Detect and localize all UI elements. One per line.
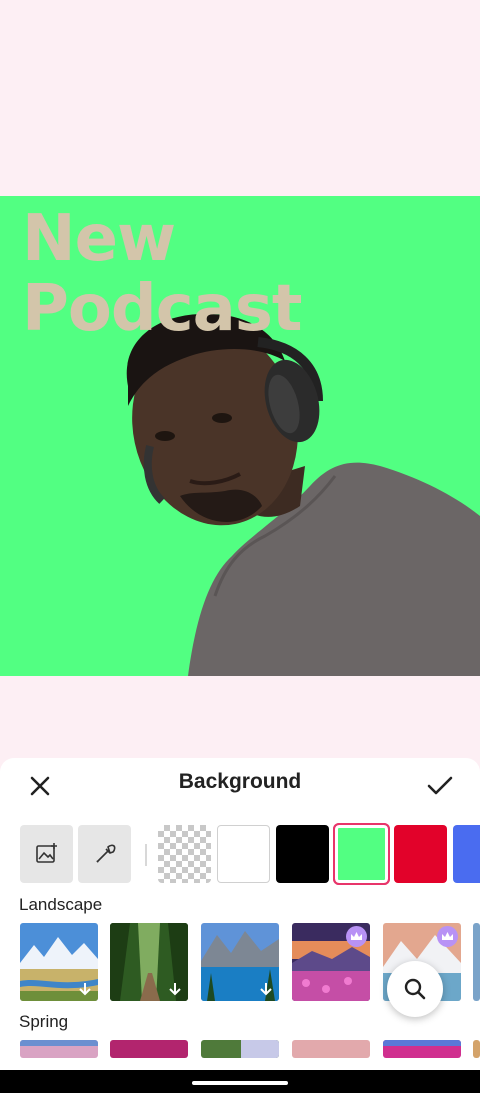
spring-thumb-image [473, 1040, 480, 1058]
section-label-spring: Spring [19, 1012, 69, 1031]
checkmark-icon [427, 776, 453, 795]
premium-crown-badge [346, 926, 367, 947]
spring-thumb-1[interactable] [20, 1040, 98, 1058]
poster-title: New Podcast [22, 204, 302, 344]
swatch-black[interactable] [276, 825, 329, 883]
crown-icon [351, 932, 362, 940]
landscape-thumb-image [473, 923, 480, 1001]
spring-thumb-image [20, 1040, 98, 1058]
spring-thumb-5[interactable] [383, 1040, 461, 1058]
spring-thumb-4[interactable] [292, 1040, 370, 1058]
image-add-icon [35, 843, 57, 863]
panel-header: Background [0, 758, 480, 810]
search-button[interactable] [387, 961, 443, 1017]
download-icon [260, 983, 272, 996]
landscape-thumb-2[interactable] [110, 923, 188, 1001]
spring-thumb-image [201, 1040, 279, 1058]
swatch-green-selected[interactable] [333, 823, 390, 885]
eyedropper-icon [95, 844, 115, 863]
landscape-thumb-3[interactable] [201, 923, 279, 1001]
home-indicator[interactable] [192, 1081, 288, 1085]
spring-thumb-image [383, 1040, 461, 1058]
landscape-thumb-6-partial[interactable] [473, 923, 480, 1001]
confirm-button[interactable] [424, 770, 456, 802]
swatch-blue[interactable] [453, 825, 480, 883]
landscape-thumb-4[interactable] [292, 923, 370, 1001]
add-image-button[interactable] [20, 825, 73, 883]
tools-divider [145, 844, 147, 866]
spring-thumb-image [292, 1040, 370, 1058]
swatch-white[interactable] [217, 825, 270, 883]
background-panel: Background Landscape Spring [0, 758, 480, 1070]
panel-title: Background [178, 770, 302, 793]
spring-thumb-2[interactable] [110, 1040, 188, 1058]
swatch-red[interactable] [394, 825, 447, 883]
landscape-thumb-1[interactable] [20, 923, 98, 1001]
download-icon [79, 983, 91, 996]
spring-thumb-6-partial[interactable] [473, 1040, 480, 1058]
spring-thumb-3[interactable] [201, 1040, 279, 1058]
swatch-transparent[interactable] [158, 825, 211, 883]
download-icon [169, 983, 181, 996]
search-icon [404, 978, 426, 1000]
section-label-landscape: Landscape [19, 895, 103, 914]
spring-thumb-image [110, 1040, 188, 1058]
premium-crown-badge [437, 926, 458, 947]
crown-icon [442, 932, 453, 940]
poster-title-line-2: Podcast [22, 272, 302, 346]
poster-title-line-1: New [22, 202, 176, 276]
eyedropper-button[interactable] [78, 825, 131, 883]
